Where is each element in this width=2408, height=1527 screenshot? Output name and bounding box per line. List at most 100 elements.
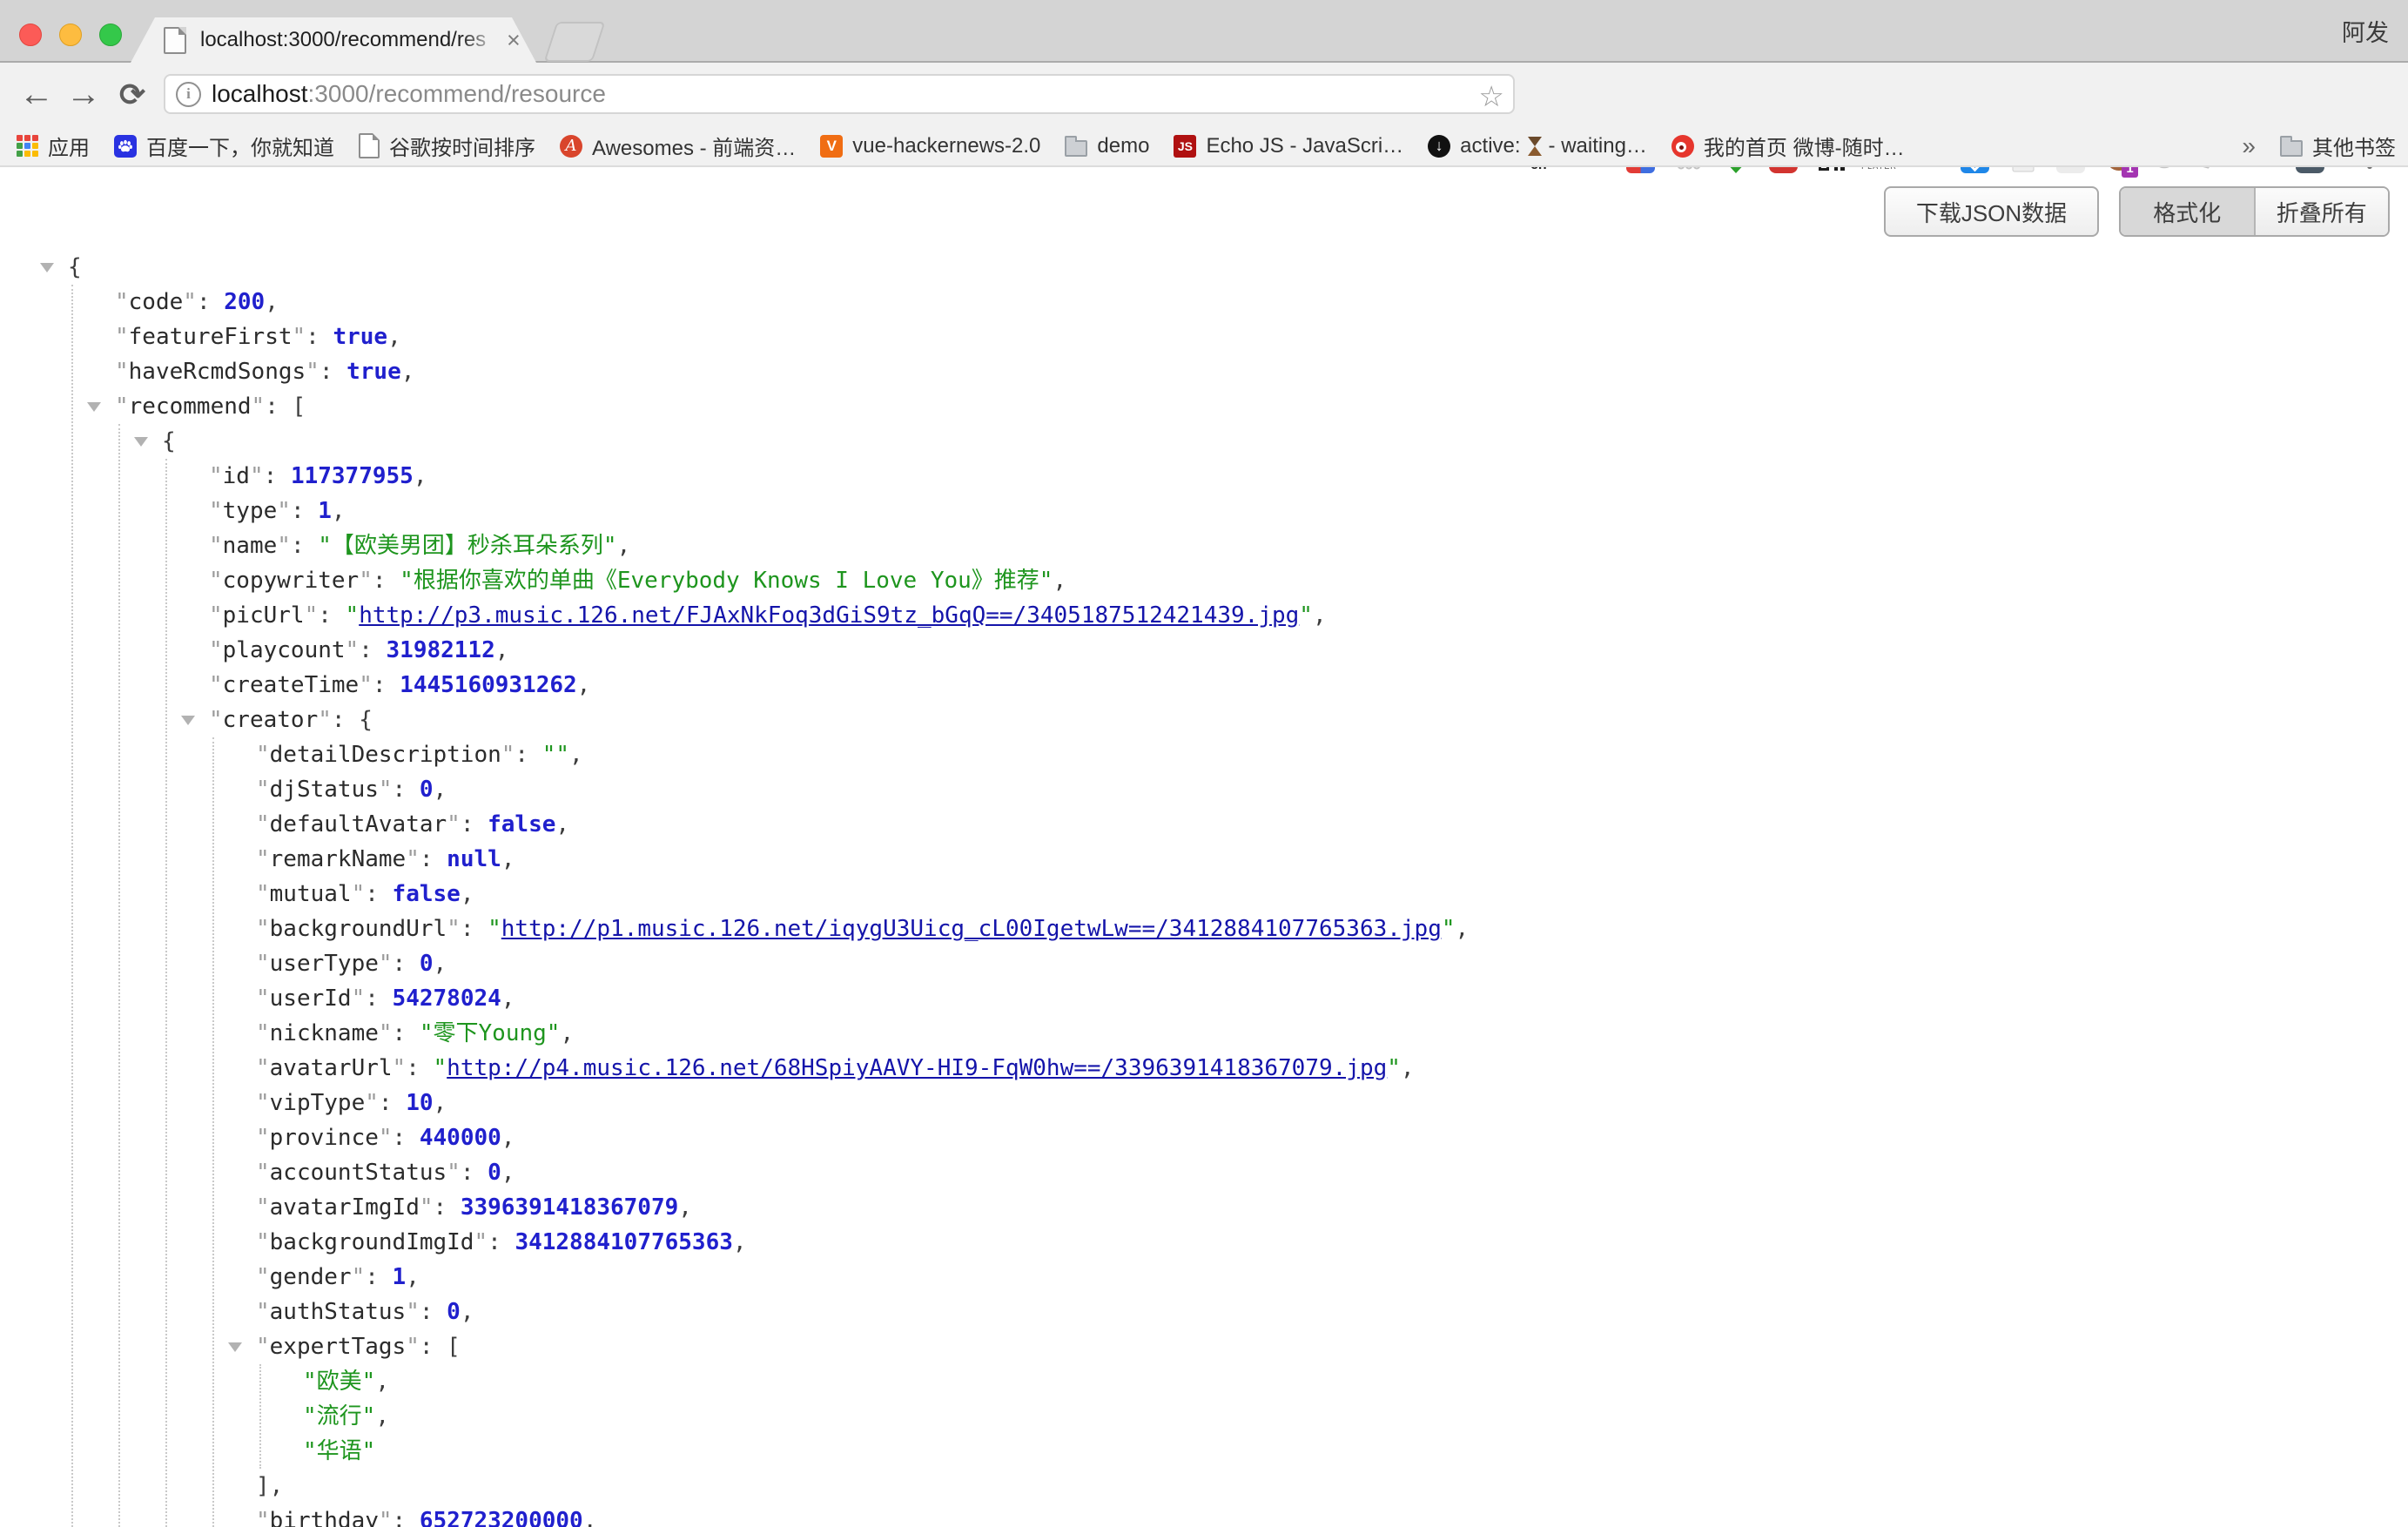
bookmark-item[interactable]: demo — [1065, 134, 1149, 158]
json-quote: " — [379, 1125, 393, 1151]
json-line-content: "name": "【欧美男团】秒杀耳朵系列", — [209, 528, 630, 563]
json-colon: : — [379, 1090, 406, 1116]
json-quote: " — [447, 916, 461, 942]
bookmark-label: 谷歌按时间排序 — [389, 131, 535, 161]
json-quote: " — [306, 359, 319, 385]
json-line-content: { — [68, 250, 82, 285]
new-tab-button[interactable] — [544, 22, 606, 62]
collapse-arrow-icon[interactable] — [228, 1342, 242, 1352]
browser-tab[interactable]: localhost:3000/recommend/res × — [131, 17, 536, 63]
json-line: "nickname": "零下Young", — [0, 1016, 574, 1051]
json-quote: " — [501, 742, 515, 768]
json-comma: , — [461, 881, 474, 907]
bookmark-item[interactable]: 百度一下，你就知道 — [114, 131, 334, 161]
json-colon: : — [461, 916, 488, 942]
json-line-content: "creator": { — [209, 703, 373, 737]
json-colon: : — [318, 602, 345, 629]
json-line: "id": 117377955, — [0, 459, 427, 494]
json-line: "backgroundUrl": "http://p1.music.126.ne… — [0, 911, 1469, 946]
json-key: avatarUrl — [270, 1055, 393, 1081]
json-line: "province": 440000, — [0, 1120, 515, 1155]
json-key: userType — [270, 951, 379, 977]
json-key: recommend — [129, 394, 252, 420]
format-button[interactable]: 格式化 — [2121, 188, 2254, 235]
json-quote: " — [252, 394, 266, 420]
json-key: vipType — [270, 1090, 366, 1116]
json-quote: " — [318, 707, 332, 733]
other-bookmarks-folder[interactable]: 其他书签 — [2280, 131, 2396, 161]
json-line: { — [0, 424, 176, 459]
bookmark-label: 我的首页 微博-随时… — [1704, 131, 1905, 161]
json-line: "userId": 54278024, — [0, 981, 515, 1016]
forward-button[interactable] — [61, 63, 106, 126]
json-key: code — [129, 289, 184, 315]
json-link[interactable]: http://p1.music.126.net/iqygU3Uicg_cL00I… — [501, 916, 1442, 942]
json-line-content: "华语" — [303, 1434, 375, 1469]
json-number: false — [393, 881, 461, 907]
json-colon: : — [488, 1229, 515, 1255]
json-key: province — [270, 1125, 379, 1151]
download-json-button[interactable]: 下载JSON数据 — [1884, 186, 2099, 237]
bookmark-label: Echo JS - JavaScri… — [1206, 134, 1403, 158]
bookmark-item[interactable]: Vvue-hackernews-2.0 — [820, 134, 1040, 158]
collapse-arrow-icon[interactable] — [181, 716, 195, 725]
url-text: localhost:3000/recommend/resource — [212, 80, 606, 108]
bookmark-item[interactable]: JSEcho JS - JavaScri… — [1174, 134, 1403, 158]
bookmark-item[interactable]: AAwesomes - 前端资… — [560, 131, 796, 161]
json-line-content: "nickname": "零下Young", — [256, 1016, 574, 1051]
json-line: "gender": 1, — [0, 1260, 420, 1295]
json-key: gender — [270, 1264, 352, 1290]
json-link[interactable]: http://p4.music.126.net/68HSpiyAAVY-HI9-… — [447, 1055, 1387, 1081]
json-line: "djStatus": 0, — [0, 772, 447, 807]
bookmark-item[interactable]: 应用 — [16, 131, 90, 161]
json-number: 3396391418367079 — [461, 1194, 678, 1221]
collapse-arrow-icon[interactable] — [134, 437, 148, 447]
json-colon: : — [365, 985, 392, 1012]
reload-button[interactable] — [110, 63, 155, 126]
json-colon: : — [434, 1194, 461, 1221]
json-line: "defaultAvatar": false, — [0, 807, 569, 842]
json-comma: , — [495, 637, 509, 663]
json-key: haveRcmdSongs — [129, 359, 306, 385]
json-comma: , — [583, 1508, 597, 1527]
json-key: nickname — [270, 1020, 379, 1046]
json-comma: , — [733, 1229, 747, 1255]
window-close-button[interactable] — [19, 24, 42, 46]
json-number: 0 — [447, 1299, 461, 1325]
json-comma: , — [1313, 602, 1327, 629]
json-string: "华语" — [303, 1438, 375, 1464]
url-bar[interactable]: localhost:3000/recommend/resource — [164, 74, 1515, 114]
traffic-lights — [19, 24, 122, 46]
json-quote: " — [183, 289, 197, 315]
json-number: 440000 — [420, 1125, 501, 1151]
bookmark-item[interactable]: 我的首页 微博-随时… — [1671, 131, 1905, 161]
bookmark-item[interactable]: 谷歌按时间排序 — [359, 131, 535, 161]
json-line-content: ], — [256, 1469, 283, 1503]
bookmark-star-icon[interactable] — [1478, 79, 1504, 113]
json-quote: " — [209, 637, 223, 663]
collapse-arrow-icon[interactable] — [87, 402, 101, 412]
down-circle-icon — [1428, 135, 1450, 158]
tab-close-icon[interactable]: × — [507, 29, 521, 52]
json-string: "零下Young" — [420, 1020, 561, 1046]
json-comma: , — [1401, 1055, 1415, 1081]
page-info-icon[interactable] — [176, 82, 201, 107]
json-comma: , — [617, 533, 631, 559]
json-number: 1 — [318, 498, 332, 524]
json-number: 652723200000 — [420, 1508, 583, 1527]
json-colon: : — [365, 1264, 392, 1290]
json-quote: " — [256, 1090, 270, 1116]
bookmarks-overflow-chevron[interactable]: » — [2242, 132, 2256, 160]
window-zoom-button[interactable] — [99, 24, 122, 46]
collapse-arrow-icon[interactable] — [40, 263, 54, 272]
json-comma: , — [501, 1125, 515, 1151]
json-line-content: "defaultAvatar": false, — [256, 807, 569, 842]
bookmark-item[interactable]: active:- waiting… — [1428, 134, 1647, 158]
json-link[interactable]: http://p3.music.126.net/FJAxNkFoq3dGiS9t… — [359, 602, 1299, 629]
json-quote: " — [474, 1229, 488, 1255]
window-minimize-button[interactable] — [59, 24, 82, 46]
collapse-all-button[interactable]: 折叠所有 — [2254, 188, 2389, 235]
bookmark-label: 百度一下，你就知道 — [146, 131, 334, 161]
back-button[interactable] — [14, 63, 59, 126]
profile-name[interactable]: 阿发 — [2342, 14, 2389, 48]
